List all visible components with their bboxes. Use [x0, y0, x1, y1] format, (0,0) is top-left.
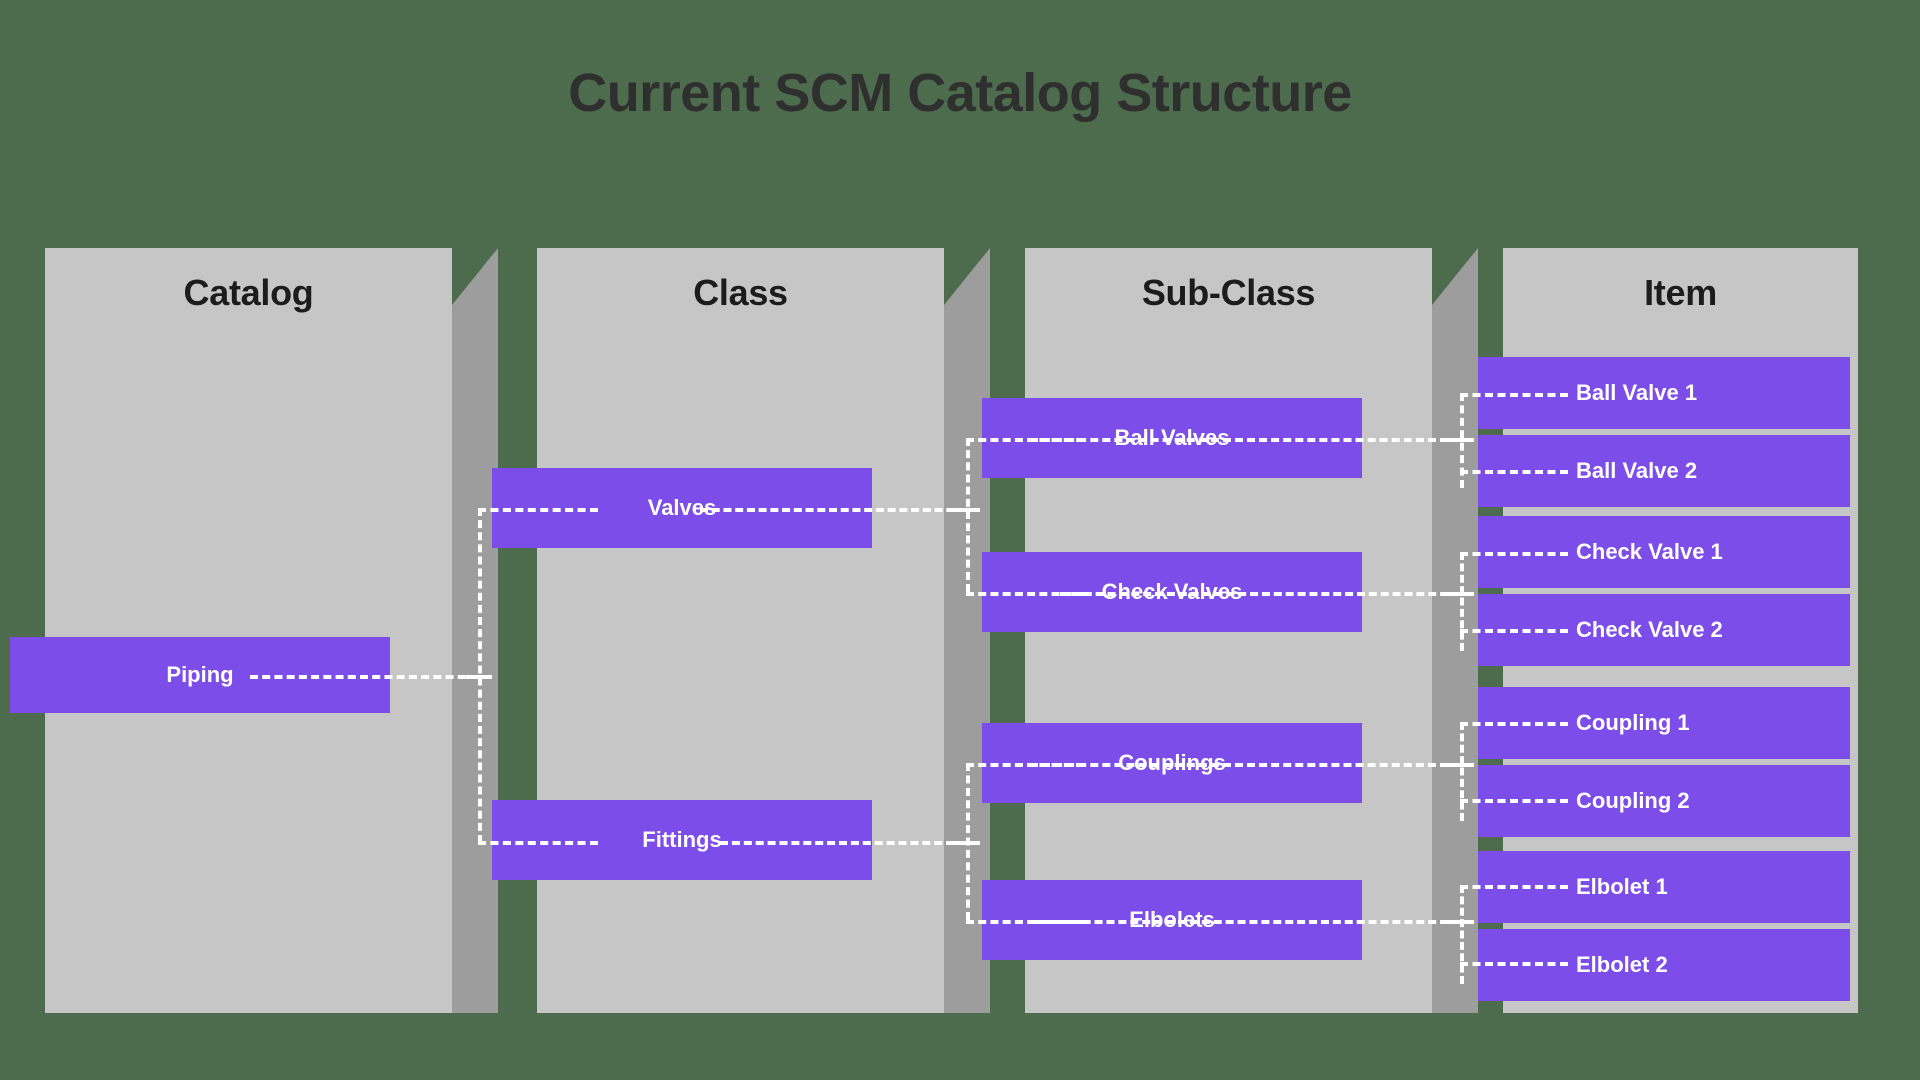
connector-piping-to-valves [478, 508, 598, 512]
connector-ballvalves-to-bv2 [1460, 470, 1568, 474]
node-label: Piping [166, 662, 234, 687]
connector-elbolets-trunk [1035, 920, 1460, 924]
node-fittings[interactable]: Fittings [492, 800, 872, 880]
connector-checkvalves-junction [1448, 592, 1474, 596]
node-label: Coupling 2 [1576, 788, 1690, 813]
connector-ballvalves-trunk [1030, 438, 1460, 442]
connector-couplings-to-c2 [1460, 799, 1568, 803]
connector-checkvalves-to-cv1 [1460, 552, 1568, 556]
connector-fittings-trunk [720, 841, 966, 845]
node-label: Check Valve 1 [1576, 539, 1723, 564]
node-label: Elbolet 2 [1576, 952, 1668, 977]
connector-checkvalves-bracket [1460, 552, 1464, 651]
node-label: Coupling 1 [1576, 710, 1690, 735]
connector-couplings-junction [1448, 763, 1474, 767]
connector-valves-trunk [700, 508, 966, 512]
connector-valves-bracket [966, 438, 970, 592]
connector-checkvalves-to-cv2 [1460, 629, 1568, 633]
class-header: Class [693, 272, 788, 313]
node-label: Check Valve 2 [1576, 617, 1723, 642]
connector-valves-junction [954, 508, 980, 512]
node-label: Ball Valve 1 [1576, 380, 1698, 405]
catalog-header: Catalog [183, 272, 314, 313]
node-label: Elbolet 1 [1576, 874, 1668, 899]
diagram-canvas: Current SCM Catalog Structure Catalog Cl… [0, 0, 1920, 1080]
connector-fittings-junction [954, 841, 980, 845]
connector-elbolets-to-e1 [1460, 885, 1568, 889]
connector-piping-trunk [250, 675, 478, 679]
connector-couplings-bracket [1460, 722, 1464, 821]
connector-elbolets-junction [1448, 920, 1474, 924]
connector-elbolets-to-e2 [1460, 962, 1568, 966]
node-label: Ball Valve 2 [1576, 458, 1698, 483]
connector-ballvalves-to-bv1 [1460, 393, 1568, 397]
connector-elbolets-bracket [1460, 885, 1464, 984]
connector-checkvalves-trunk [1060, 592, 1460, 596]
class-panel [537, 248, 944, 1013]
connector-ballvalves-junction [1448, 438, 1474, 442]
connector-couplings-to-c1 [1460, 722, 1568, 726]
connector-couplings-trunk [1030, 763, 1460, 767]
item-header: Item [1644, 272, 1717, 313]
connector-piping-junction [466, 675, 492, 679]
catalog-panel [45, 248, 452, 1013]
subclass-header: Sub-Class [1141, 272, 1316, 313]
connector-piping-to-fittings [478, 841, 598, 845]
node-label: Fittings [642, 827, 722, 852]
